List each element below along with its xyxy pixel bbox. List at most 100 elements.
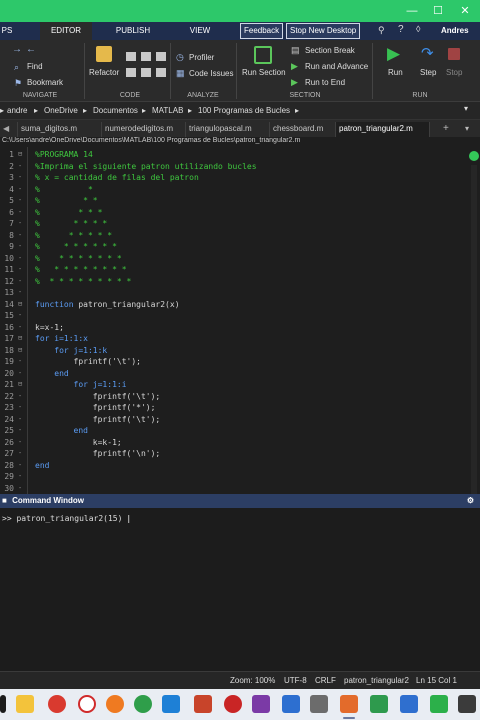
zoom-level[interactable]: Zoom: 100% xyxy=(230,676,275,685)
profiler-button[interactable]: Profiler xyxy=(189,53,214,62)
code-line[interactable]: 27- fprintf('\n'); xyxy=(0,448,470,460)
code-line[interactable]: 11- % * * * * * * * * xyxy=(0,264,470,276)
run-end-icon[interactable]: ▶ xyxy=(291,77,298,88)
taskbar-app-icon[interactable] xyxy=(458,695,476,713)
help-icon[interactable]: ? xyxy=(398,24,404,35)
file-tab[interactable]: suma_digitos.m xyxy=(18,122,102,137)
breadcrumb-item[interactable]: OneDrive xyxy=(44,106,78,115)
code-line[interactable]: 30- xyxy=(0,483,470,495)
line-ending[interactable]: CRLF xyxy=(315,676,336,685)
code-line[interactable]: 3- % x = cantidad de filas del patron xyxy=(0,172,470,184)
powerpoint-icon[interactable] xyxy=(194,695,212,713)
section-break-button[interactable]: Section Break xyxy=(305,46,355,55)
back-arrow-icon[interactable]: ← xyxy=(26,44,36,55)
code-line[interactable]: 8- % * * * * * xyxy=(0,230,470,242)
code-line[interactable]: 1 ⊟ %PROGRAMA 14 xyxy=(0,149,470,161)
code-line[interactable]: 20- end xyxy=(0,368,470,380)
new-tab-icon[interactable]: + xyxy=(440,122,454,137)
tab-view[interactable]: VIEW xyxy=(172,22,228,40)
code-line[interactable]: 21 ⊟ for j=1:1:i xyxy=(0,379,470,391)
fold-icon[interactable]: ⊟ xyxy=(18,149,22,161)
code-line[interactable]: 12- % * * * * * * * * * xyxy=(0,276,470,288)
code-issues-icon[interactable]: ▦ xyxy=(176,68,185,79)
minimize-button[interactable]: — xyxy=(404,3,420,19)
code-editor[interactable]: 1 ⊟ %PROGRAMA 14 2- %Imprima el siguiente pa… xyxy=(0,147,480,494)
run-advance-button[interactable]: Run and Advance xyxy=(305,62,368,71)
section-break-icon[interactable]: ▤ xyxy=(291,45,300,56)
indent-icon[interactable] xyxy=(141,52,151,61)
chrome-icon[interactable] xyxy=(134,695,152,713)
refactor-icon[interactable] xyxy=(96,46,112,62)
code-line[interactable]: 23- fprintf('*'); xyxy=(0,402,470,414)
panel-options-icon[interactable]: ⚙ xyxy=(467,494,474,508)
uncomment-icon[interactable] xyxy=(126,68,136,77)
file-tab-active[interactable]: patron_triangular2.m xyxy=(336,122,430,137)
tab-scroll-left-icon[interactable]: ◀ xyxy=(0,122,18,137)
code-line[interactable]: 10- % * * * * * * * xyxy=(0,253,470,265)
cursor-position[interactable]: Ln 15 Col 1 xyxy=(416,676,457,685)
code-line[interactable]: 28- end xyxy=(0,460,470,472)
onenote-icon[interactable] xyxy=(252,695,270,713)
opera-icon[interactable] xyxy=(48,695,66,713)
breadcrumb-item[interactable]: Documentos xyxy=(93,106,138,115)
file-explorer-icon[interactable] xyxy=(16,695,34,713)
run-section-button[interactable]: Run Section xyxy=(242,68,286,77)
office-icon[interactable] xyxy=(224,695,242,713)
code-line[interactable]: 18 ⊟ for j=1:1:k xyxy=(0,345,470,357)
browse-icon[interactable]: ▾ xyxy=(464,104,468,113)
editor-scrollbar[interactable] xyxy=(471,165,477,495)
stop-desktop-button[interactable]: Stop New Desktop xyxy=(286,23,361,39)
code-line[interactable]: 16- k=x-1; xyxy=(0,322,470,334)
code-line[interactable]: 25- end xyxy=(0,425,470,437)
taskbar-app-icon[interactable] xyxy=(400,695,418,713)
breadcrumb-item[interactable]: MATLAB xyxy=(152,106,183,115)
run-end-button[interactable]: Run to End xyxy=(305,78,345,87)
code-line[interactable]: 24- fprintf('\t'); xyxy=(0,414,470,426)
tab-publish[interactable]: PUBLISH xyxy=(104,22,162,40)
breadcrumb-item[interactable]: andre xyxy=(7,106,27,115)
wrap-icon[interactable] xyxy=(156,68,166,77)
format-icon[interactable] xyxy=(156,52,166,61)
code-line[interactable]: 29- xyxy=(0,471,470,483)
code-line[interactable]: 14 ⊟ function patron_triangular2(x) xyxy=(0,299,470,311)
fold-icon[interactable]: ⊟ xyxy=(18,345,22,357)
tab-apps[interactable]: PS xyxy=(0,22,14,40)
search-icon[interactable]: ⚲ xyxy=(378,25,385,36)
step-icon[interactable]: ↷ xyxy=(421,44,434,62)
stop-button[interactable]: Stop xyxy=(446,68,462,77)
comment-icon[interactable] xyxy=(126,52,136,61)
breadcrumb-item[interactable]: 100 Programas de Bucles xyxy=(198,106,290,115)
find-button[interactable]: Find xyxy=(27,62,43,71)
close-button[interactable]: ✕ xyxy=(457,3,473,19)
word-icon[interactable] xyxy=(162,695,180,713)
profiler-icon[interactable]: ◷ xyxy=(176,52,184,63)
find-icon[interactable]: ⌕ xyxy=(14,62,19,73)
firefox-icon[interactable] xyxy=(106,695,124,713)
feedback-button[interactable]: Feedback xyxy=(240,23,284,39)
bookmark-icon[interactable]: ⚑ xyxy=(14,78,22,89)
code-line[interactable]: 15- xyxy=(0,310,470,322)
code-line[interactable]: 17 ⊟ for i=1:1:x xyxy=(0,333,470,345)
code-line[interactable]: 4- % * xyxy=(0,184,470,196)
stop-icon[interactable] xyxy=(448,48,460,60)
code-line[interactable]: 19- fprintf('\t'); xyxy=(0,356,470,368)
tab-menu-icon[interactable]: ▾ xyxy=(462,122,476,137)
tab-editor[interactable]: EDITOR xyxy=(40,22,92,40)
code-line[interactable]: 6- % * * * xyxy=(0,207,470,219)
fold-icon[interactable]: ⊟ xyxy=(18,299,22,311)
run-icon[interactable]: ▶ xyxy=(387,44,400,64)
file-tab[interactable]: numerodedigitos.m xyxy=(102,122,186,137)
maximize-button[interactable]: ☐ xyxy=(430,3,446,19)
code-line[interactable]: 7- % * * * * xyxy=(0,218,470,230)
run-section-icon[interactable] xyxy=(254,46,272,64)
opera-gx-icon[interactable] xyxy=(78,695,96,713)
app-icon[interactable] xyxy=(0,695,6,713)
step-button[interactable]: Step xyxy=(420,68,436,77)
encoding[interactable]: UTF-8 xyxy=(284,676,307,685)
refactor-button[interactable]: Refactor xyxy=(89,68,119,77)
taskbar-app-icon[interactable] xyxy=(310,695,328,713)
fold-icon[interactable]: ⊟ xyxy=(18,333,22,345)
fold-icon[interactable]: ⊟ xyxy=(18,379,22,391)
outdent-icon[interactable] xyxy=(141,68,151,77)
code-line[interactable]: 9- % * * * * * * xyxy=(0,241,470,253)
